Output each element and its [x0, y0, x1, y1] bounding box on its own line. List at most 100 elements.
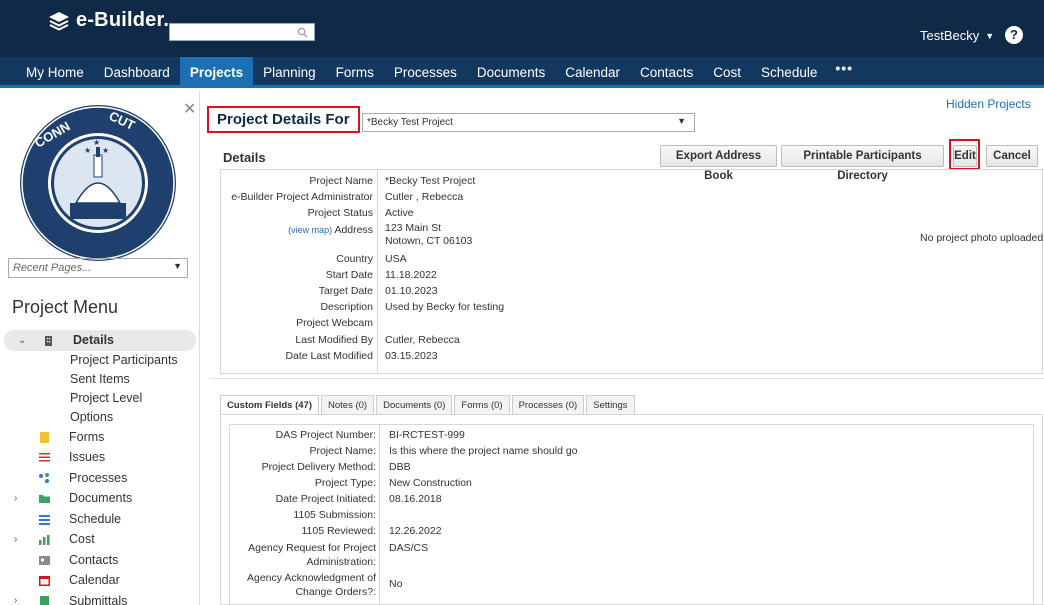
label-description: Description	[320, 301, 373, 314]
custom-fields-divider	[379, 425, 380, 605]
user-name: TestBecky	[920, 28, 980, 43]
hidden-projects-link[interactable]: Hidden Projects	[946, 97, 1031, 111]
value-target-date: 01.10.2023	[385, 284, 438, 297]
details-divider	[377, 170, 378, 373]
chevron-down-icon: ▼	[985, 30, 995, 41]
cancel-button[interactable]: Cancel	[986, 145, 1038, 167]
label-country: Country	[336, 252, 373, 265]
calendar-icon	[39, 576, 50, 586]
main-nav: My Home Dashboard Projects Planning Form…	[0, 57, 1044, 88]
menu-item-processes[interactable]: Processes	[0, 468, 196, 489]
tab-settings[interactable]: Settings	[586, 395, 635, 415]
nav-contacts[interactable]: Contacts	[630, 57, 703, 85]
label-project-webcam: Project Webcam	[296, 317, 373, 330]
tab-custom-fields[interactable]: Custom Fields (47)	[220, 395, 319, 415]
menu-item-cost[interactable]: › Cost	[0, 529, 196, 550]
tab-documents[interactable]: Documents (0)	[376, 395, 453, 415]
menu-item-issues[interactable]: Issues	[0, 447, 196, 468]
printable-participants-directory-button[interactable]: Printable Participants Directory	[781, 145, 944, 182]
menu-item-details[interactable]: ⌄ Details	[4, 330, 196, 351]
label-date-last-modified: Date Last Modified	[285, 349, 373, 362]
chevron-right-icon[interactable]: ›	[14, 595, 17, 605]
label-agency-acknowledgment: Agency Acknowledgment of Change Orders?:	[247, 572, 376, 598]
connecticut-das-seal: ★ ★ ★ CONN CUT	[20, 105, 176, 261]
folder-icon	[39, 495, 50, 503]
export-address-book-button[interactable]: Export Address Book	[660, 145, 777, 182]
value-date-project-initiated: 08.16.2018	[389, 493, 442, 505]
value-agency-acknowledgment: No	[389, 578, 403, 590]
details-heading: Details	[223, 150, 266, 165]
svg-text:★: ★	[93, 138, 100, 147]
label-project-status: Project Status	[307, 207, 373, 220]
menu-item-project-participants[interactable]: Project Participants	[0, 351, 196, 370]
nav-documents[interactable]: Documents	[467, 57, 555, 85]
nav-schedule[interactable]: Schedule	[751, 57, 827, 85]
menu-item-documents[interactable]: › Documents	[0, 488, 196, 509]
nav-dashboard[interactable]: Dashboard	[94, 57, 180, 85]
divider	[210, 378, 1044, 379]
label-project-type: Project Type:	[314, 477, 376, 489]
details-values: *Becky Test Project Cutler , Rebecca Act…	[385, 173, 785, 364]
processes-icon	[39, 472, 49, 483]
tab-processes[interactable]: Processes (0)	[511, 395, 585, 415]
chevron-down-icon: ▼	[173, 261, 182, 271]
menu-item-project-level[interactable]: Project Level	[0, 389, 196, 408]
svg-text:★: ★	[84, 146, 91, 155]
custom-fields-labels: DAS Project Number: Project Name: Projec…	[232, 427, 376, 599]
no-photo-text: No project photo uploaded.	[920, 232, 1044, 244]
chevron-right-icon[interactable]: ›	[14, 534, 17, 545]
menu-item-calendar[interactable]: Calendar	[0, 570, 196, 591]
value-description: Used by Becky for testing	[385, 301, 505, 314]
value-project-webcam	[385, 315, 785, 331]
more-icon[interactable]: •••	[827, 57, 861, 85]
view-map-link[interactable]: (view map)	[288, 225, 332, 235]
value-project-administrator: Cutler , Rebecca	[385, 191, 464, 204]
label-das-project-number: DAS Project Number:	[275, 429, 376, 441]
close-icon[interactable]: ✕	[183, 99, 196, 119]
nav-projects[interactable]: Projects	[179, 57, 254, 85]
nav-calendar[interactable]: Calendar	[555, 57, 630, 85]
label-last-modified-by: Last Modified By	[295, 333, 373, 346]
menu-item-schedule[interactable]: Schedule	[0, 509, 196, 530]
chevron-right-icon[interactable]: ›	[14, 493, 17, 504]
menu-item-options[interactable]: Options	[0, 408, 196, 427]
label-target-date: Target Date	[318, 284, 373, 297]
tab-notes[interactable]: Notes (0)	[321, 395, 375, 415]
logo-text: e-Builder.	[76, 9, 170, 31]
label-project-name: Project Name	[309, 175, 373, 187]
menu-item-sent-items[interactable]: Sent Items	[0, 370, 196, 389]
building-icon	[45, 336, 52, 346]
tab-forms[interactable]: Forms (0)	[454, 395, 510, 415]
value-das-project-number: BI-RCTEST-999	[389, 429, 465, 441]
label-cf-project-name: Project Name:	[309, 445, 376, 457]
menu-item-contacts[interactable]: Contacts	[0, 550, 196, 571]
search-icon[interactable]	[297, 27, 308, 38]
nav-processes[interactable]: Processes	[384, 57, 467, 85]
issues-icon	[39, 453, 50, 462]
user-menu[interactable]: TestBecky ▼	[920, 28, 994, 43]
help-icon[interactable]: ?	[1005, 26, 1023, 44]
chevron-down-icon: ▼	[677, 116, 686, 126]
project-select[interactable]: *Becky Test Project ▼	[362, 113, 695, 132]
value-start-date: 11.18.2022	[385, 268, 437, 281]
value-last-modified-by: Cutler, Rebecca	[385, 333, 460, 346]
menu-item-submittals[interactable]: › Submittals	[0, 591, 196, 605]
value-project-status: Active	[385, 207, 414, 220]
nav-forms[interactable]: Forms	[326, 57, 384, 85]
value-agency-request: DAS/CS	[389, 542, 429, 554]
global-search-input[interactable]	[169, 23, 315, 41]
edit-highlight	[949, 139, 980, 170]
nav-my-home[interactable]: My Home	[0, 57, 94, 85]
details-tabs: Custom Fields (47) Notes (0) Documents (…	[220, 395, 637, 415]
schedule-icon	[39, 514, 50, 525]
e-builder-logo[interactable]: e-Builder.	[48, 9, 169, 32]
nav-planning[interactable]: Planning	[253, 57, 326, 85]
details-labels: Project Name e-Builder Project Administr…	[221, 173, 373, 364]
recent-pages-select[interactable]: Recent Pages... ▼	[8, 258, 188, 278]
menu-item-forms[interactable]: Forms	[0, 427, 196, 448]
label-address: (view map) Address	[288, 223, 373, 236]
svg-text:★: ★	[102, 146, 109, 155]
chevron-down-icon[interactable]: ⌄	[18, 335, 26, 346]
nav-cost[interactable]: Cost	[703, 57, 751, 85]
value-cf-project-name: Is this where the project name should go	[389, 445, 578, 457]
